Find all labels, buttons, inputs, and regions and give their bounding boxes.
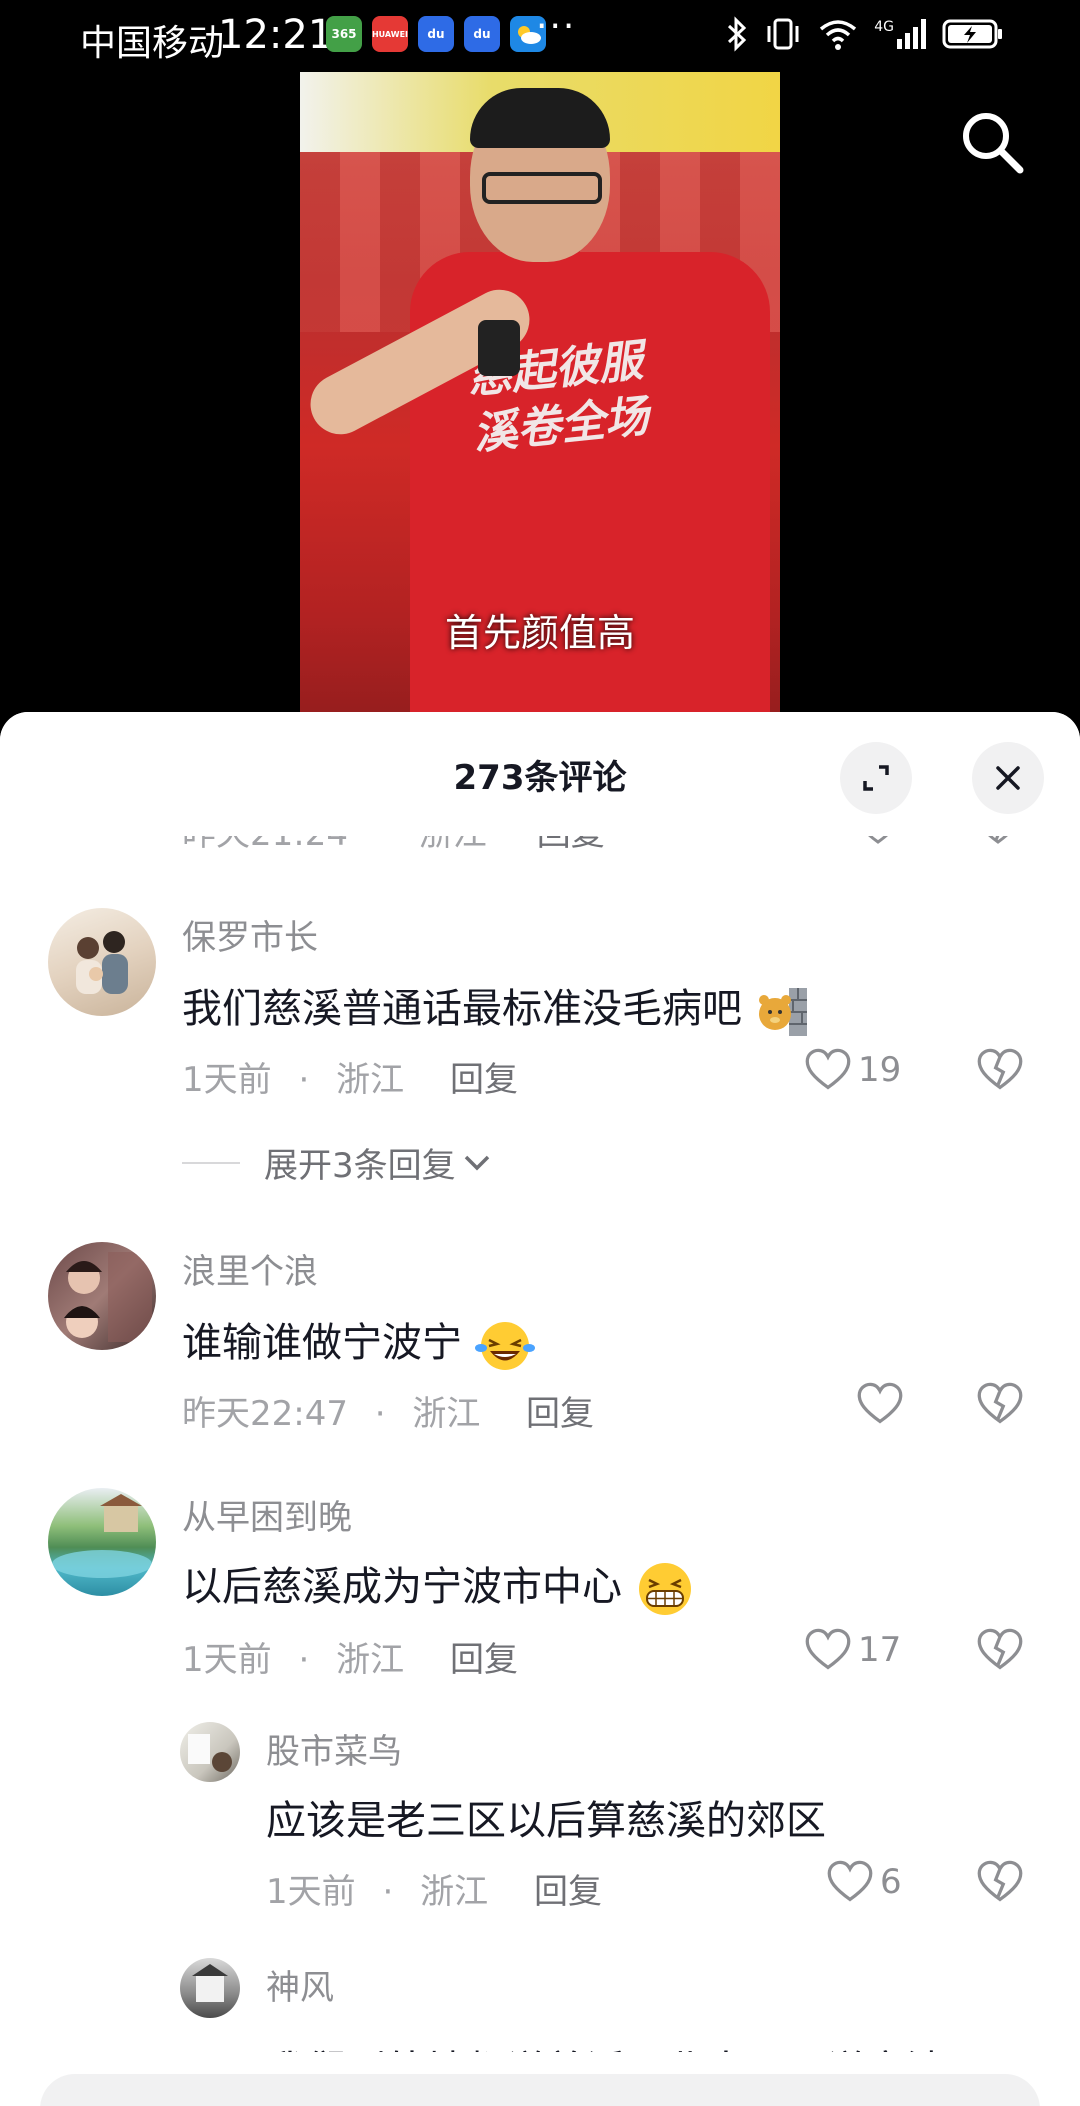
comment-username[interactable]: 浪里个浪 bbox=[182, 1244, 318, 1293]
comment-text: 谁输谁做宁波宁 bbox=[182, 1310, 535, 1372]
like-count: 19 bbox=[858, 1050, 902, 1090]
like-count: 17 bbox=[858, 1630, 902, 1670]
comment-region: 浙江 bbox=[420, 1872, 489, 1912]
dislike-icon[interactable] bbox=[976, 1628, 1024, 1672]
notification-icons: 365 HUAWEI du du bbox=[326, 16, 546, 52]
bluetooth-icon bbox=[728, 16, 747, 52]
heart-icon bbox=[857, 1382, 903, 1424]
network-type: 4G bbox=[874, 19, 894, 35]
chevron-down-icon bbox=[464, 1155, 489, 1170]
avatar[interactable] bbox=[180, 1958, 240, 2018]
calendar-365-icon: 365 bbox=[326, 16, 362, 52]
heart-icon bbox=[805, 1628, 851, 1670]
comment-text: 我们慈溪普通话最标准没毛病吧 bbox=[182, 976, 809, 1038]
avatar[interactable] bbox=[48, 1242, 156, 1350]
comment-region: 浙江 bbox=[412, 1394, 481, 1434]
reply-button[interactable]: 回复 bbox=[450, 1052, 518, 1101]
system-icons: 4G bbox=[726, 16, 1004, 52]
clock: 12:21 bbox=[218, 12, 334, 58]
comment-username[interactable]: 保罗市长 bbox=[182, 910, 318, 959]
comment-username[interactable]: 从早困到晚 bbox=[182, 1490, 352, 1539]
comments-header: 273条评论 bbox=[0, 712, 1080, 836]
grin-emoji bbox=[638, 1563, 691, 1615]
person-hair bbox=[470, 88, 610, 148]
wifi-icon bbox=[820, 20, 857, 50]
dislike-icon[interactable] bbox=[976, 1860, 1024, 1904]
comment-time: 昨天22:47 bbox=[182, 1394, 348, 1434]
like-button[interactable]: 6 bbox=[826, 1860, 902, 1904]
comments-count-title: 273条评论 bbox=[453, 758, 627, 798]
bear-wall-emoji bbox=[758, 988, 807, 1036]
video-subtitle: 首先颜值高 bbox=[444, 611, 635, 655]
comment-username[interactable]: 股市菜鸟 bbox=[266, 1724, 402, 1773]
comment-region: 浙江 bbox=[336, 1060, 405, 1100]
avatar[interactable] bbox=[180, 1722, 240, 1782]
laughing-tears-emoji bbox=[474, 1322, 535, 1370]
like-count: 6 bbox=[880, 1862, 902, 1902]
reply-button[interactable]: 回复 bbox=[450, 1632, 518, 1681]
video-frame[interactable]: 慈起彼服 溪卷全场 首先颜值高 bbox=[300, 72, 780, 752]
expand-icon bbox=[863, 765, 889, 791]
heart-icon bbox=[827, 1860, 873, 1902]
video-player[interactable]: 慈起彼服 溪卷全场 首先颜值高 bbox=[0, 72, 1080, 752]
vibrate-icon bbox=[767, 18, 799, 50]
reply-button[interactable]: 回复 bbox=[526, 1386, 594, 1435]
avatar[interactable] bbox=[48, 908, 156, 1016]
huawei-icon: HUAWEI bbox=[372, 16, 408, 52]
comment-meta: 1天前 · 浙江 bbox=[182, 1640, 405, 1680]
carrier-label: 中国移动 bbox=[80, 23, 225, 64]
dislike-icon[interactable] bbox=[976, 1382, 1024, 1426]
baidu-icon: du bbox=[418, 16, 454, 52]
like-button[interactable]: 19 bbox=[804, 1048, 901, 1092]
signal-icon: 4G bbox=[874, 19, 926, 49]
search-icon[interactable] bbox=[956, 106, 1028, 178]
close-comments-button[interactable] bbox=[972, 742, 1044, 814]
comment-time: 1天前 bbox=[182, 1640, 272, 1680]
comment-region: 浙江 bbox=[336, 1640, 405, 1680]
comment-meta: 1天前 · 浙江 bbox=[182, 1060, 405, 1100]
heart-icon bbox=[805, 1048, 851, 1090]
comment-time: 1天前 bbox=[182, 1060, 272, 1100]
comment-text: 以后慈溪成为宁波市中心 bbox=[182, 1554, 695, 1618]
more-notifications-icon: ··· bbox=[536, 6, 577, 47]
comment-time: 1天前 bbox=[266, 1872, 356, 1912]
expand-sheet-button[interactable] bbox=[840, 742, 912, 814]
close-icon bbox=[996, 766, 1020, 790]
status-bar: 中国移动 12:21 365 HUAWEI du du ··· 4G bbox=[0, 0, 1080, 72]
expand-replies-button[interactable]: 展开3条回复 bbox=[182, 1138, 492, 1187]
avatar[interactable] bbox=[48, 1488, 156, 1596]
comment-username[interactable]: 神风 bbox=[266, 1960, 334, 2009]
comment-meta: 1天前 · 浙江 bbox=[266, 1872, 489, 1912]
battery-charging-icon bbox=[942, 19, 1002, 49]
comment-meta: 昨天22:47 · 浙江 bbox=[182, 1394, 481, 1434]
like-button[interactable]: 17 bbox=[804, 1628, 901, 1672]
comment-input[interactable] bbox=[40, 2074, 1040, 2106]
person-glasses bbox=[482, 172, 602, 204]
microphone bbox=[478, 320, 520, 376]
comment-input-bar bbox=[0, 2052, 1080, 2106]
reply-button[interactable]: 回复 bbox=[534, 1864, 602, 1913]
comment-text: 应该是老三区以后算慈溪的郊区 bbox=[266, 1798, 826, 1844]
baidu-paw-icon: du bbox=[464, 16, 500, 52]
like-button[interactable] bbox=[856, 1382, 904, 1426]
dislike-icon[interactable] bbox=[976, 1048, 1024, 1092]
comments-sheet: 273条评论 昨天21:24 · 浙江 回复 保罗市长 我们慈溪普通话最标准没毛… bbox=[0, 712, 1080, 2106]
